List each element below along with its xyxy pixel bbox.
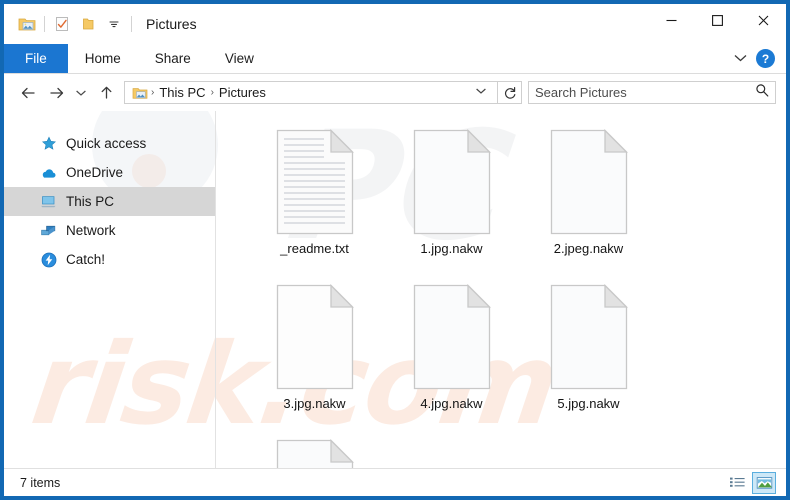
back-button[interactable]: [14, 80, 42, 106]
search-icon[interactable]: [755, 83, 769, 102]
customize-quick-access-icon[interactable]: [101, 11, 127, 37]
details-view-icon[interactable]: [725, 472, 749, 494]
file-name: _readme.txt: [280, 241, 349, 256]
breadcrumb-bar[interactable]: › This PC › Pictures: [124, 81, 498, 104]
ribbon-right-controls: ?: [733, 44, 786, 73]
file-grid: _readme.txt 1.jpg.nakw 2.jpeg.nakw 3.jpg…: [246, 127, 786, 496]
file-item[interactable]: 2.jpeg.nakw: [520, 127, 657, 282]
new-folder-icon[interactable]: [75, 11, 101, 37]
tab-share[interactable]: Share: [138, 44, 208, 73]
lightning-circle-icon: [40, 251, 57, 268]
text-document-icon: [267, 127, 363, 237]
breadcrumb-this-pc[interactable]: This PC: [155, 85, 209, 100]
file-item[interactable]: _readme.txt: [246, 127, 383, 282]
maximize-button[interactable]: [694, 4, 740, 36]
pictures-folder-icon[interactable]: [14, 11, 40, 37]
breadcrumb-folder-icon: [129, 86, 150, 100]
sidebar-label-onedrive: OneDrive: [66, 165, 124, 180]
close-button[interactable]: [740, 4, 786, 36]
breadcrumb-pictures[interactable]: Pictures: [215, 85, 270, 100]
breadcrumb-dropdown-icon[interactable]: [469, 87, 493, 98]
star-icon: [40, 135, 57, 152]
chevron-down-icon[interactable]: [733, 50, 748, 68]
navigation-pane: Quick access OneDrive This PC Network Ca…: [4, 111, 216, 468]
sidebar-label-catch: Catch!: [66, 252, 106, 267]
file-item[interactable]: 5.jpg.nakw: [520, 282, 657, 437]
ribbon-tab-bar: File Home Share View ?: [4, 44, 786, 74]
forward-button[interactable]: [42, 80, 70, 106]
sidebar-item-quick-access[interactable]: Quick access: [4, 129, 215, 158]
up-button[interactable]: [92, 80, 120, 106]
minimize-button[interactable]: [648, 4, 694, 36]
sidebar-label-this-pc: This PC: [66, 194, 115, 209]
help-icon[interactable]: ?: [756, 49, 775, 68]
search-input[interactable]: [535, 85, 755, 100]
file-name: 1.jpg.nakw: [420, 241, 483, 256]
monitor-icon: [40, 193, 57, 210]
file-name: 4.jpg.nakw: [420, 396, 483, 411]
sidebar-label-quick-access: Quick access: [66, 136, 147, 151]
file-list-pane[interactable]: _readme.txt 1.jpg.nakw 2.jpeg.nakw 3.jpg…: [216, 111, 786, 496]
file-item[interactable]: 4.jpg.nakw: [383, 282, 520, 437]
network-icon: [40, 222, 57, 239]
tab-view[interactable]: View: [208, 44, 271, 73]
file-explorer-window: PC risk.com: [4, 4, 786, 496]
search-box[interactable]: [528, 81, 776, 104]
sidebar-item-catch[interactable]: Catch!: [4, 245, 215, 274]
blank-document-icon: [404, 282, 500, 392]
blank-document-icon: [541, 282, 637, 392]
properties-icon[interactable]: [49, 11, 75, 37]
status-bar: 7 items: [4, 468, 786, 496]
file-name: 3.jpg.nakw: [283, 396, 346, 411]
refresh-button[interactable]: [498, 81, 522, 104]
sidebar-label-network: Network: [66, 223, 116, 238]
title-bar: Pictures: [4, 4, 786, 44]
cloud-icon: [40, 164, 57, 181]
blank-document-icon: [267, 282, 363, 392]
large-icons-view-icon[interactable]: [752, 471, 776, 494]
address-bar: › This PC › Pictures: [4, 74, 786, 111]
item-count-label: 7 items: [20, 475, 61, 490]
sidebar-item-onedrive[interactable]: OneDrive: [4, 158, 215, 187]
file-name: 2.jpeg.nakw: [553, 241, 624, 256]
explorer-body: Quick access OneDrive This PC Network Ca…: [4, 111, 786, 496]
view-mode-buttons: [725, 471, 776, 494]
tab-home[interactable]: Home: [68, 44, 138, 73]
sidebar-item-network[interactable]: Network: [4, 216, 215, 245]
explorer-window-frame: PC risk.com: [0, 0, 790, 500]
toolbar-divider: [44, 16, 45, 32]
file-item[interactable]: 3.jpg.nakw: [246, 282, 383, 437]
quick-access-toolbar: [4, 11, 136, 37]
tab-file[interactable]: File: [4, 44, 68, 73]
window-title: Pictures: [146, 16, 197, 32]
recent-locations-button[interactable]: [70, 80, 92, 106]
file-item[interactable]: 1.jpg.nakw: [383, 127, 520, 282]
window-controls: [648, 4, 786, 44]
file-name: 5.jpg.nakw: [557, 396, 620, 411]
toolbar-divider-2: [131, 16, 132, 32]
sidebar-item-this-pc[interactable]: This PC: [4, 187, 215, 216]
blank-document-icon: [541, 127, 637, 237]
blank-document-icon: [404, 127, 500, 237]
